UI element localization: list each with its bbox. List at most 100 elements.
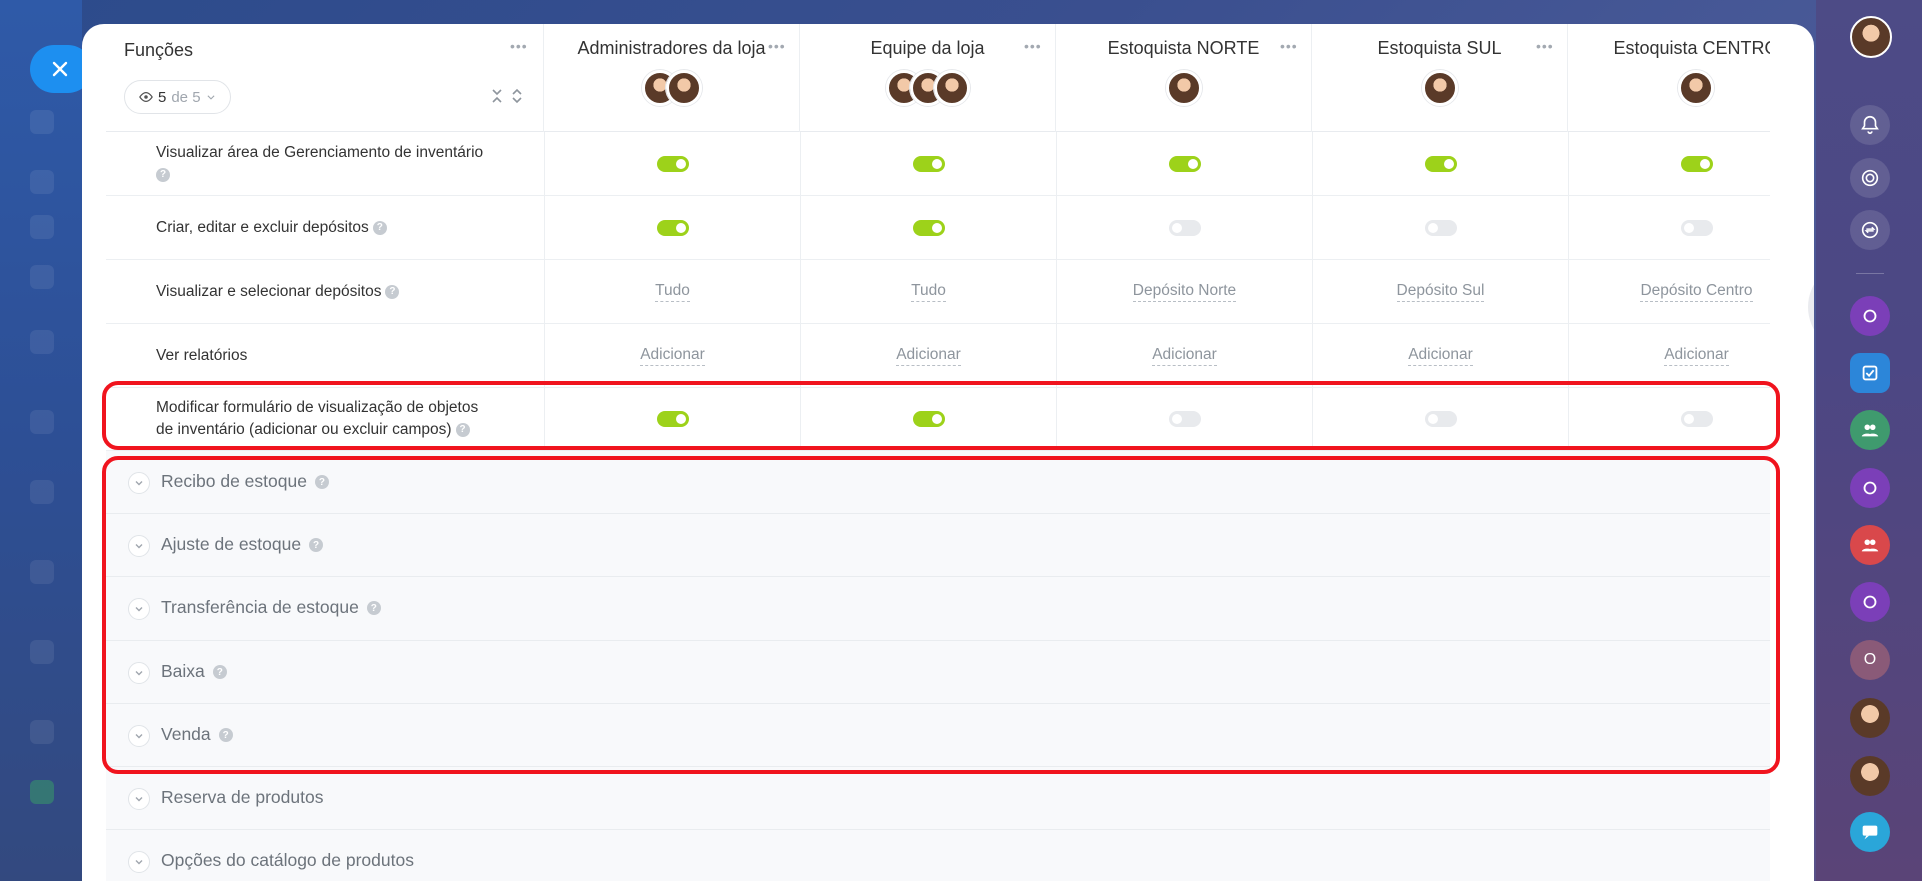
- filter-count: 5: [158, 88, 167, 106]
- section-stock-transfer[interactable]: Transferência de estoque?: [106, 577, 1770, 641]
- target-icon[interactable]: [1850, 158, 1890, 198]
- permission-toggle[interactable]: [1680, 411, 1713, 427]
- permission-cell: [1056, 132, 1312, 195]
- help-icon[interactable]: ?: [455, 422, 470, 437]
- warehouse-selector[interactable]: Depósito Sul: [1396, 282, 1485, 302]
- permission-toggle[interactable]: [656, 155, 689, 172]
- add-report-link[interactable]: Adicionar: [1152, 346, 1217, 366]
- help-icon[interactable]: ?: [366, 601, 381, 616]
- chevron-down-icon: [128, 788, 150, 810]
- more-options-icon[interactable]: •••: [1536, 38, 1554, 54]
- role-name[interactable]: Administradores da loja: [544, 38, 799, 59]
- chevron-down-icon: [128, 725, 150, 747]
- permission-toggle[interactable]: [1424, 155, 1457, 172]
- section-title-text: Baixa: [161, 661, 205, 681]
- expand-all-icon[interactable]: [508, 86, 526, 106]
- permission-label-text: Visualizar área de Gerenciamento de inve…: [156, 144, 484, 161]
- member-avatar: [1678, 70, 1714, 106]
- permission-toggle[interactable]: [912, 411, 945, 427]
- role-name[interactable]: Estoquista CENTRO: [1568, 38, 1770, 59]
- section-title-text: Ajuste de estoque: [161, 534, 302, 554]
- permission-toggle[interactable]: [912, 155, 945, 172]
- channel-icon[interactable]: [1850, 582, 1890, 622]
- add-report-link[interactable]: Adicionar: [640, 346, 705, 366]
- permission-cell: [544, 196, 800, 259]
- permission-cell: [800, 388, 1056, 450]
- permission-toggle[interactable]: [1680, 155, 1713, 172]
- section-title: Reserva de produtos: [161, 787, 324, 807]
- visible-roles-filter[interactable]: 5 de 5: [124, 80, 231, 114]
- role-name[interactable]: Estoquista NORTE: [1056, 38, 1311, 59]
- help-icon[interactable]: ?: [309, 538, 324, 553]
- warehouse-selector[interactable]: Depósito Norte: [1132, 282, 1237, 302]
- permission-cell: [1056, 196, 1312, 259]
- section-write-off[interactable]: Baixa?: [106, 641, 1770, 704]
- contact-avatar[interactable]: [1850, 756, 1890, 796]
- tasks-icon[interactable]: [1850, 353, 1890, 393]
- group-icon[interactable]: [1850, 525, 1890, 565]
- permission-row: Criar, editar e excluir depósitos?: [106, 196, 1770, 260]
- chat-icon[interactable]: [1850, 812, 1890, 852]
- role-members[interactable]: [1568, 70, 1770, 106]
- chevron-down-icon: [128, 535, 150, 557]
- permission-cell: Depósito Centro: [1568, 260, 1814, 323]
- warehouse-selector[interactable]: Tudo: [911, 282, 946, 302]
- permission-toggle[interactable]: [912, 219, 945, 236]
- group-icon[interactable]: [1850, 410, 1890, 450]
- permission-toggle[interactable]: [1424, 219, 1457, 236]
- section-catalog-options[interactable]: Opções do catálogo de produtos: [106, 830, 1770, 881]
- permission-toggle[interactable]: [656, 411, 689, 427]
- role-members[interactable]: [1312, 70, 1567, 106]
- help-icon[interactable]: ?: [212, 665, 227, 680]
- sync-icon[interactable]: [1850, 210, 1890, 250]
- help-icon[interactable]: ?: [218, 728, 233, 743]
- member-avatar: [1165, 70, 1202, 106]
- add-report-link[interactable]: Adicionar: [1664, 346, 1729, 366]
- add-report-link[interactable]: Adicionar: [896, 346, 961, 366]
- more-options-icon[interactable]: •••: [768, 38, 786, 54]
- help-icon[interactable]: ?: [385, 284, 400, 299]
- role-name[interactable]: Equipe da loja: [800, 38, 1055, 59]
- section-stock-adjustment[interactable]: Ajuste de estoque?: [106, 514, 1770, 577]
- permission-cell: Adicionar: [1568, 324, 1814, 387]
- permission-label-text: Criar, editar e excluir depósitos: [156, 219, 369, 236]
- help-icon[interactable]: ?: [314, 475, 329, 490]
- warehouse-selector[interactable]: Tudo: [655, 282, 690, 302]
- more-options-icon[interactable]: •••: [510, 38, 528, 54]
- warehouse-selector[interactable]: Depósito Centro: [1640, 282, 1753, 302]
- role-members[interactable]: [544, 70, 799, 106]
- section-stock-receipt[interactable]: Recibo de estoque?: [106, 451, 1770, 514]
- more-options-icon[interactable]: •••: [1280, 38, 1298, 54]
- permission-toggle[interactable]: [656, 219, 689, 236]
- help-icon[interactable]: ?: [156, 167, 170, 182]
- permission-cell: Tudo: [800, 260, 1056, 323]
- user-avatar[interactable]: [1850, 16, 1892, 58]
- help-icon[interactable]: ?: [372, 220, 387, 235]
- permission-toggle[interactable]: [1168, 155, 1201, 172]
- permission-cell: [800, 132, 1056, 195]
- permission-cell: [1312, 388, 1568, 450]
- role-members[interactable]: [1056, 70, 1311, 106]
- sidebar-ghost-icon: [30, 215, 54, 239]
- section-product-reservation[interactable]: Reserva de produtos: [106, 767, 1770, 830]
- permission-label: Modificar formulário de visualização de …: [156, 397, 526, 441]
- role-name[interactable]: Estoquista SUL: [1312, 38, 1567, 59]
- permission-toggle[interactable]: [1168, 219, 1201, 236]
- section-sale[interactable]: Venda?: [106, 704, 1770, 767]
- collapse-all-icon[interactable]: [488, 86, 506, 106]
- permission-toggle[interactable]: [1680, 219, 1713, 236]
- permission-toggle[interactable]: [1168, 411, 1201, 427]
- more-options-icon[interactable]: •••: [1024, 38, 1042, 54]
- role-members[interactable]: [800, 70, 1055, 106]
- channel-icon[interactable]: [1850, 296, 1890, 336]
- contact-avatar[interactable]: [1850, 698, 1890, 738]
- section-title: Venda?: [161, 724, 233, 745]
- bell-icon[interactable]: [1850, 105, 1890, 145]
- status-initial-avatar[interactable]: O: [1850, 640, 1890, 680]
- permission-toggle[interactable]: [1424, 411, 1457, 427]
- permission-label: Visualizar e selecionar depósitos?: [156, 281, 526, 303]
- sidebar-ghost-icon: [30, 265, 54, 289]
- channel-icon[interactable]: [1850, 468, 1890, 508]
- add-report-link[interactable]: Adicionar: [1408, 346, 1473, 366]
- permission-cell: Depósito Sul: [1312, 260, 1568, 323]
